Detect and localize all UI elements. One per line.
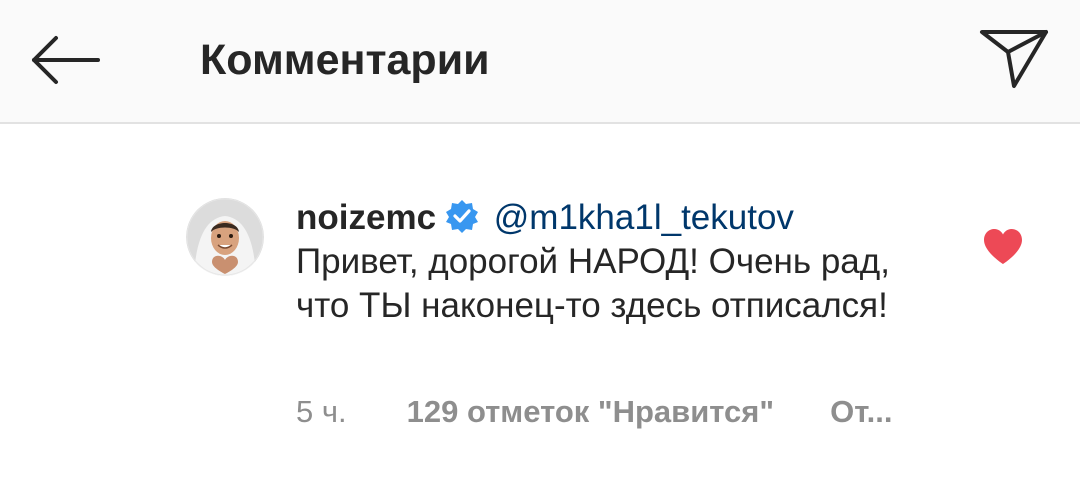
- comment-item: noizemc @m1kha1l_tekutov Привет, дорогой…: [0, 124, 1080, 488]
- heart-filled-icon: [984, 229, 1022, 264]
- reply-button[interactable]: От...: [830, 394, 892, 429]
- mention-link[interactable]: @m1kha1l_tekutov: [494, 198, 794, 237]
- paper-plane-icon: [980, 30, 1048, 88]
- comment-text-block: noizemc @m1kha1l_tekutov Привет, дорогой…: [296, 196, 916, 328]
- comment-text: Привет, дорогой НАРОД! Очень рад, что ТЫ…: [296, 242, 890, 325]
- likes-count-link[interactable]: 129 отметок "Нравится": [407, 394, 774, 429]
- comment-timestamp: 5 ч.: [296, 394, 347, 429]
- share-button[interactable]: [976, 24, 1052, 92]
- arrow-left-icon: [32, 36, 100, 84]
- comment-meta: 5 ч. 129 отметок "Нравится" От...: [296, 392, 893, 432]
- top-bar: Комментарии: [0, 0, 1080, 124]
- comment-username[interactable]: noizemc: [296, 198, 436, 237]
- back-button[interactable]: [26, 28, 102, 92]
- verified-badge-icon: [446, 200, 479, 233]
- page-title: Комментарии: [200, 36, 490, 84]
- like-button[interactable]: [982, 228, 1024, 266]
- avatar[interactable]: [186, 198, 264, 276]
